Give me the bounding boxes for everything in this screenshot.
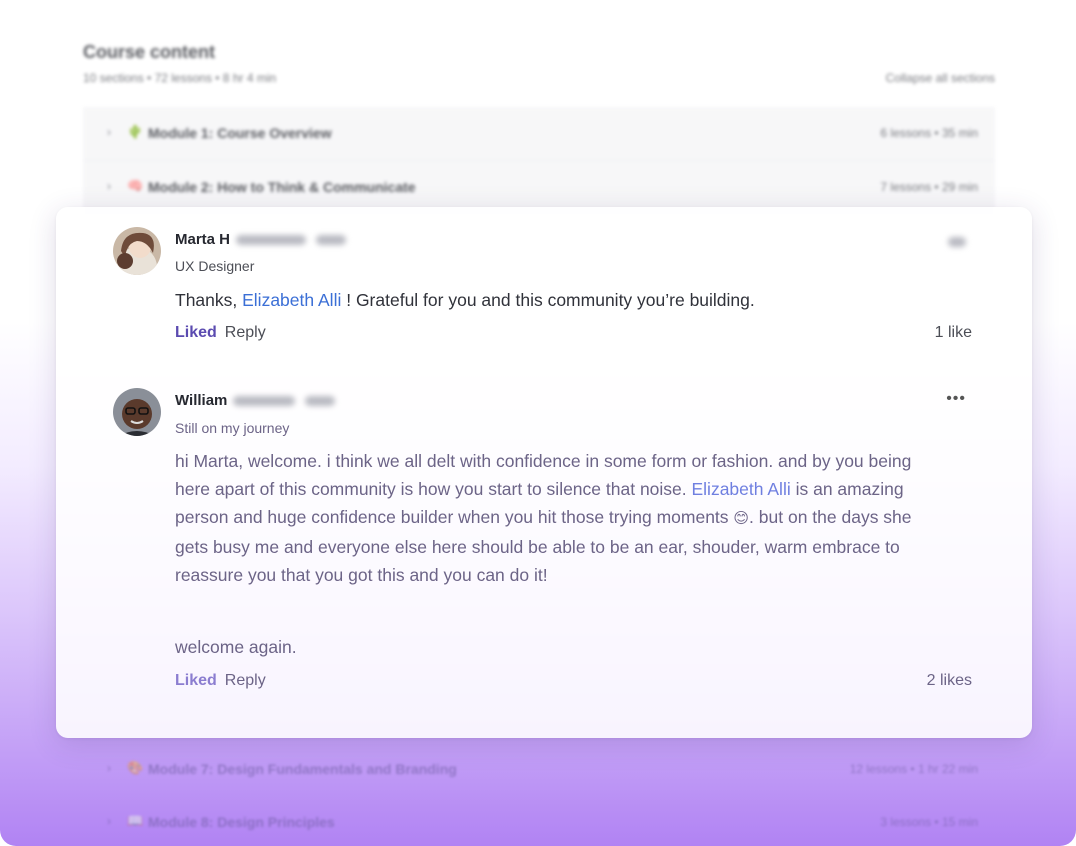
chevron-right-icon: › <box>107 125 111 139</box>
module-info: 3 lessons • 15 min <box>880 815 978 829</box>
course-meta: 10 sections • 72 lessons • 8 hr 4 min <box>83 71 277 85</box>
blurred-meta <box>305 396 336 407</box>
reply-button[interactable]: Reply <box>225 672 266 689</box>
module-info: 12 lessons • 1 hr 22 min <box>849 762 978 776</box>
liked-button[interactable]: Liked <box>175 324 217 341</box>
module-row[interactable]: › 🎨 Module 7: Design Fundamentals and Br… <box>83 743 995 796</box>
course-content-title: Course content <box>83 42 216 62</box>
smiling-face-icon: 😊 <box>733 510 750 527</box>
comment-body: Thanks, Elizabeth Alli ! Grateful for yo… <box>175 290 755 310</box>
module-title: Module 2: How to Think & Communicate <box>148 179 416 195</box>
module-row[interactable]: › 🌵 Module 1: Course Overview 6 lessons … <box>83 107 995 161</box>
comment-author-headline: UX Designer <box>175 258 255 274</box>
palette-icon: 🎨 <box>127 760 144 775</box>
collapse-all-sections-link[interactable]: Collapse all sections <box>886 71 995 85</box>
likes-count[interactable]: 2 likes <box>927 672 972 690</box>
module-row[interactable]: › 📖 Module 8: Design Principles 3 lesson… <box>83 796 995 846</box>
comment-body-closing: welcome again. <box>175 637 297 657</box>
comment-author-headline: Still on my journey <box>175 420 290 436</box>
comment-author[interactable]: Marta H <box>175 231 347 248</box>
comment-actions: Liked Reply <box>175 324 266 342</box>
likes-count[interactable]: 1 like <box>935 324 972 342</box>
brain-icon: 🧠 <box>127 178 144 193</box>
avatar[interactable] <box>113 227 161 275</box>
blurred-meta <box>316 235 347 246</box>
book-icon: 📖 <box>127 813 144 828</box>
page-frame: Course content 10 sections • 72 lessons … <box>0 0 1076 846</box>
mention-link[interactable]: Elizabeth Alli <box>242 290 341 310</box>
module-info: 7 lessons • 29 min <box>880 180 978 194</box>
module-list-bottom: › 🎨 Module 7: Design Fundamentals and Br… <box>83 743 995 846</box>
chevron-right-icon: › <box>107 814 111 828</box>
blurred-surname <box>236 235 307 246</box>
avatar[interactable] <box>113 388 161 436</box>
liked-button[interactable]: Liked <box>175 672 217 689</box>
blurred-timestamp <box>948 237 966 247</box>
mention-link[interactable]: Elizabeth Alli <box>692 479 791 499</box>
chevron-right-icon: › <box>107 761 111 775</box>
module-info: 6 lessons • 35 min <box>880 126 978 140</box>
reply-button[interactable]: Reply <box>225 324 266 341</box>
blurred-surname <box>233 396 296 407</box>
cactus-icon: 🌵 <box>127 124 144 139</box>
module-title: Module 8: Design Principles <box>148 814 335 830</box>
comment-author[interactable]: William <box>175 392 336 409</box>
module-list: › 🌵 Module 1: Course Overview 6 lessons … <box>83 107 995 215</box>
module-title: Module 7: Design Fundamentals and Brandi… <box>148 761 457 777</box>
module-title: Module 1: Course Overview <box>148 125 332 141</box>
chevron-right-icon: › <box>107 179 111 193</box>
comment-actions: Liked Reply <box>175 672 266 690</box>
comment-body: hi Marta, welcome. i think we all delt w… <box>175 451 912 585</box>
more-options-icon[interactable]: ••• <box>946 390 966 408</box>
comments-card: Marta H UX Designer Thanks, Elizabeth Al… <box>56 207 1032 738</box>
